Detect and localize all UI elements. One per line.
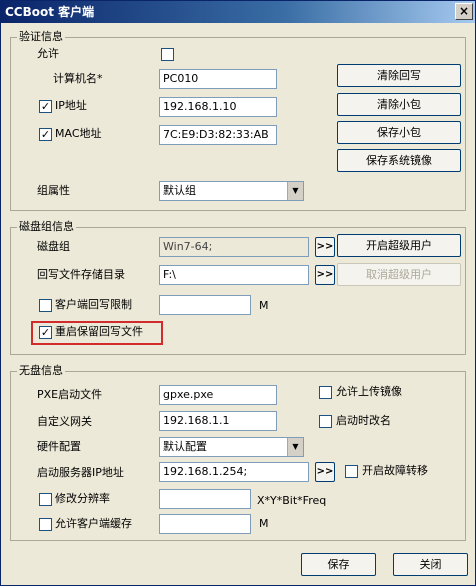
upload-image-label: 允许上传镜像 [336, 385, 402, 398]
disk-group-info-legend: 磁盘组信息 [17, 220, 76, 234]
keep-writeback-checkbox[interactable]: ✓ [39, 326, 52, 339]
auth-info-legend: 验证信息 [17, 30, 65, 44]
mac-label: MAC地址 [55, 127, 102, 140]
hardware-config-value: 默认配置 [163, 440, 207, 453]
failover-checkbox[interactable] [345, 465, 358, 478]
boot-server-more-button[interactable]: >> [315, 462, 335, 482]
client-cache-unit: M [259, 517, 269, 530]
resolution-label: 修改分辨率 [55, 492, 110, 505]
computer-name-field[interactable]: PC010 [159, 69, 277, 89]
boot-server-ip-field[interactable]: 192.168.1.254; [159, 462, 309, 482]
resolution-checkbox[interactable] [39, 493, 52, 506]
custom-gateway-field[interactable]: 192.168.1.1 [159, 411, 277, 431]
allow-label: 允许 [37, 47, 59, 60]
mac-field[interactable]: 7C:E9:D3:82:33:AB [159, 125, 277, 145]
save-system-image-button[interactable]: 保存系统镜像 [337, 149, 461, 172]
allow-checkbox[interactable] [161, 48, 174, 61]
chevron-down-icon: ▼ [287, 182, 303, 200]
clear-small-package-button[interactable]: 清除小包 [337, 93, 461, 116]
client-cache-label: 允许客户端缓存 [55, 517, 132, 530]
writeback-limit-unit: M [259, 299, 269, 312]
group-label: 组属性 [37, 184, 70, 197]
window-title: CCBoot 客户端 [5, 5, 95, 19]
resolution-hint: X*Y*Bit*Freq [257, 494, 327, 507]
failover-label: 开启故障转移 [362, 464, 428, 477]
ip-field[interactable]: 192.168.1.10 [159, 97, 277, 117]
client-cache-checkbox[interactable] [39, 518, 52, 531]
cancel-super-user-button[interactable]: 取消超级用户 [337, 263, 461, 286]
computer-name-label: 计算机名* [53, 72, 103, 85]
ip-checkbox[interactable]: ✓ [39, 100, 52, 113]
ip-label: IP地址 [55, 99, 87, 112]
group-select-value: 默认组 [163, 184, 196, 197]
pxe-file-label: PXE启动文件 [37, 388, 103, 401]
ccboot-client-dialog: CCBoot 客户端 × 验证信息 允许 计算机名* PC010 ✓ IP地址 … [0, 0, 476, 586]
rename-on-boot-checkbox[interactable] [319, 415, 332, 428]
title-bar: CCBoot 客户端 × [1, 1, 475, 23]
rename-on-boot-label: 启动时改名 [336, 414, 391, 427]
resolution-field[interactable] [159, 489, 251, 509]
custom-gateway-label: 自定义网关 [37, 415, 92, 428]
enable-super-user-button[interactable]: 开启超级用户 [337, 234, 461, 257]
save-small-package-button[interactable]: 保存小包 [337, 121, 461, 144]
group-select[interactable]: 默认组 ▼ [159, 181, 304, 201]
save-button[interactable]: 保存 [301, 553, 376, 576]
clear-writeback-button[interactable]: 清除回写 [337, 64, 461, 87]
pxe-file-field[interactable]: gpxe.pxe [159, 385, 277, 405]
upload-image-checkbox[interactable] [319, 386, 332, 399]
writeback-dir-field[interactable]: F:\ [159, 265, 309, 285]
hardware-config-label: 硬件配置 [37, 440, 81, 453]
disk-group-label: 磁盘组 [37, 240, 70, 253]
keep-writeback-label: 重启保留回写文件 [55, 325, 143, 338]
writeback-limit-label: 客户端回写限制 [55, 298, 132, 311]
writeback-limit-checkbox[interactable] [39, 299, 52, 312]
writeback-dir-label: 回写文件存储目录 [37, 268, 125, 281]
chevron-down-icon: ▼ [287, 438, 303, 456]
disk-group-field: Win7-64; [159, 237, 309, 257]
client-cache-field[interactable] [159, 514, 251, 534]
writeback-limit-field[interactable] [159, 295, 251, 315]
boot-server-ip-label: 启动服务器IP地址 [37, 466, 124, 479]
disk-group-more-button[interactable]: >> [315, 237, 335, 257]
diskless-info-legend: 无盘信息 [17, 364, 65, 378]
writeback-dir-more-button[interactable]: >> [315, 265, 335, 285]
close-button[interactable]: 关闭 [393, 553, 468, 576]
close-window-button[interactable]: × [455, 3, 473, 20]
mac-checkbox[interactable]: ✓ [39, 128, 52, 141]
hardware-config-select[interactable]: 默认配置 ▼ [159, 437, 304, 457]
